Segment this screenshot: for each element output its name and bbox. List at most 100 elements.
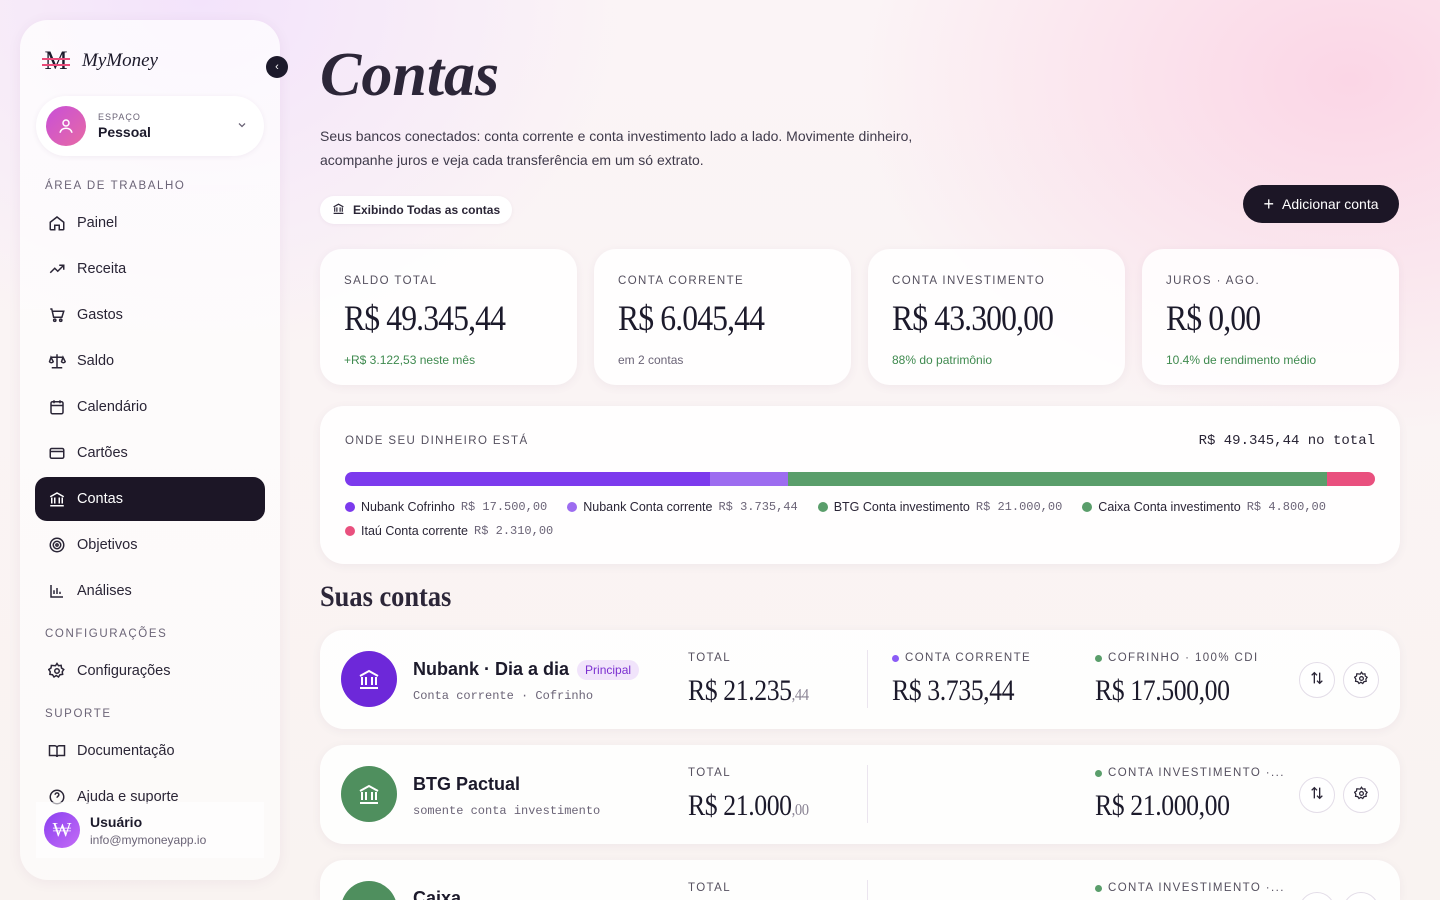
allocation-total: R$ 49.345,44 no total [1198,433,1375,449]
gear-icon [1353,785,1369,805]
legend-dot [345,526,355,536]
bank-icon [47,489,67,509]
legend-item: Itaú Conta corrente R$ 2.310,00 [345,524,1385,538]
sidebar: M MyMoney ESPAÇO Pessoal ÁREA DE TRABALH… [20,20,280,880]
section-label-config: CONFIGURAÇÕES [45,628,168,640]
account-total: TOTAL [688,882,731,894]
sidebar-item-documentacao[interactable]: Documentação [35,729,265,773]
trending-up-icon [47,259,67,279]
add-account-button[interactable]: + Adicionar conta [1243,185,1399,223]
divider [867,880,868,900]
chevron-left-icon: ‹ [275,61,279,73]
cart-icon [47,305,67,325]
home-icon [47,213,67,233]
legend-item: Nubank Conta corrente R$ 3.735,44 [567,500,798,514]
page-title: Contas [320,41,500,109]
summary-card-juros: JUROS · AGO. R$ 0,00 10.4% de rendimento… [1142,249,1399,385]
account-settings-button[interactable] [1343,662,1379,698]
transfer-button[interactable] [1299,777,1335,813]
account-checking: CONTA CORRENTE R$ 3.735,44 [892,652,1032,707]
summary-card-conta-investimento: CONTA INVESTIMENTO R$ 43.300,00 88% do p… [868,249,1125,385]
workspace-selector[interactable]: ESPAÇO Pessoal [36,96,264,156]
gear-icon [47,661,67,681]
account-filter-chip[interactable]: Exibindo Todas as contas [320,196,513,224]
transfer-button[interactable] [1299,892,1335,900]
account-investment: CONTA INVESTIMENTO ·... R$ 21.000,00 [1095,767,1285,822]
section-label-support: SUPORTE [45,708,112,720]
allocation-panel: ONDE SEU DINHEIRO ESTÁ R$ 49.345,44 no t… [320,406,1400,564]
logo-mark-icon: M [42,46,70,76]
sidebar-item-cartoes[interactable]: Cartões [35,431,265,475]
sidebar-item-analises[interactable]: Análises [35,569,265,613]
book-icon [47,741,67,761]
bank-icon [332,202,345,218]
calendar-icon [47,397,67,417]
transfer-icon [1309,670,1325,690]
bank-logo-icon [341,766,397,822]
divider [867,650,868,708]
legend-dot [817,502,828,512]
summary-card-conta-corrente: CONTA CORRENTE R$ 6.045,44 em 2 contas [594,249,851,385]
account-types: somente conta investimento [413,804,601,818]
transfer-button[interactable] [1299,662,1335,698]
allocation-segment [788,472,1227,486]
user-email: info@mymoneyapp.io [90,832,207,847]
workspace-kicker: ESPAÇO [98,112,141,122]
sidebar-item-saldo[interactable]: Saldo [35,339,265,383]
workspace-name: Pessoal [98,124,151,140]
divider [867,765,868,823]
collapse-sidebar-button[interactable]: ‹ [266,56,288,78]
bank-logo-icon [341,881,397,900]
legend-item: BTG Conta investimento R$ 21.000,00 [817,500,1062,514]
account-name: BTG Pactual [413,774,521,794]
allocation-kicker: ONDE SEU DINHEIRO ESTÁ [345,435,529,447]
account-types: Conta corrente · Cofrinho [413,689,594,703]
sidebar-item-contas[interactable]: Contas [35,477,265,521]
bank-logo-icon [341,651,397,707]
allocation-segment [1226,472,1327,486]
account-settings-button[interactable] [1343,777,1379,813]
legend-dot [567,502,578,512]
bar-chart-icon [47,581,67,601]
status-dot [1095,884,1102,892]
account-name: Caixa [413,888,462,900]
allocation-segment [1326,472,1375,486]
account-total: TOTAL R$ 21.235,44 [688,652,809,707]
workspace-avatar-icon [46,106,86,146]
target-icon [47,535,67,555]
account-investment: CONTA INVESTIMENTO ·... [1095,882,1285,894]
user-profile[interactable]: ₩ Usuário info@mymoneyapp.io [36,802,264,858]
gear-icon [1353,670,1369,690]
legend-item: Nubank Cofrinho R$ 17.500,00 [345,500,547,514]
sidebar-item-receita[interactable]: Receita [35,247,265,291]
legend-dot [1082,502,1093,512]
allocation-legend: Nubank Cofrinho R$ 17.500,00 Nubank Cont… [345,500,1385,538]
sidebar-item-objetivos[interactable]: Objetivos [35,523,265,567]
sidebar-item-calendario[interactable]: Calendário [35,385,265,429]
sidebar-item-painel[interactable]: Painel [35,201,265,245]
page-subtitle: Seus bancos conectados: conta corrente e… [320,128,913,168]
user-name: Usuário [90,813,143,830]
status-dot [892,654,899,662]
allocation-segment [345,472,711,486]
account-total: TOTAL R$ 21.000,00 [688,767,809,822]
account-settings-button[interactable] [1343,892,1379,900]
scale-icon [47,351,67,371]
card-icon [47,443,67,463]
account-row-btg[interactable]: BTG Pactual somente conta investimento T… [320,745,1400,844]
sidebar-item-configuracoes[interactable]: Configurações [35,649,265,693]
legend-dot [345,502,355,512]
principal-badge: Principal [577,659,640,680]
logo[interactable]: M MyMoney [42,46,158,76]
account-name: Nubank · Dia a dia [413,659,570,679]
summary-card-saldo-total: SALDO TOTAL R$ 49.345,44 +R$ 3.122,53 ne… [320,249,577,385]
account-row-nubank[interactable]: Nubank · Dia a dia Principal Conta corre… [320,630,1400,729]
legend-item: Caixa Conta investimento R$ 4.800,00 [1082,500,1326,514]
sidebar-item-gastos[interactable]: Gastos [35,293,265,337]
avatar: ₩ [44,812,80,848]
account-row-caixa[interactable]: Caixa TOTAL CONTA INVESTIMENTO ·... [320,860,1400,900]
plus-icon: + [1263,194,1274,214]
accounts-section-title: Suas contas [320,580,452,613]
status-dot [1095,769,1102,777]
allocation-bar [345,472,1375,486]
